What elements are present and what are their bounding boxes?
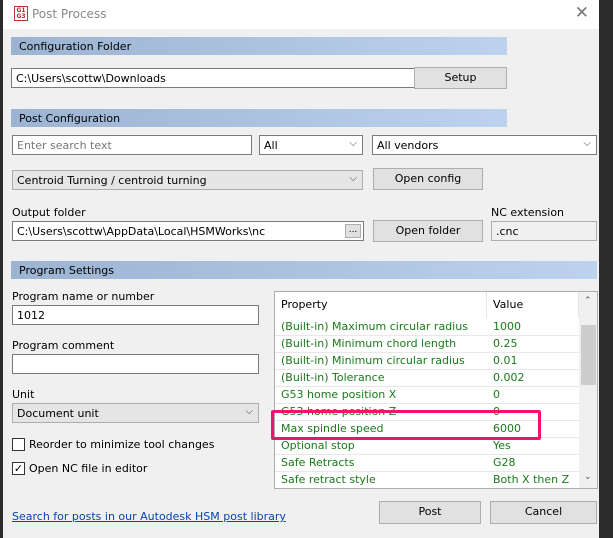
g1g3-app-icon: G1 G3 — [14, 6, 28, 21]
property-value[interactable]: 1000 — [493, 319, 521, 335]
unit-label: Unit — [12, 388, 35, 401]
checkmark-icon: ✓ — [13, 462, 24, 475]
config-folder-input[interactable]: C:\Users\scottw\Downloads... — [11, 68, 479, 88]
open-folder-button[interactable]: Open folder — [373, 220, 483, 242]
program-name-input[interactable]: 1012 — [12, 305, 259, 325]
close-icon[interactable]: ✕ — [575, 3, 589, 23]
property-name: (Built-in) Minimum chord length — [281, 337, 457, 350]
unit-value: Document unit — [17, 407, 99, 420]
property-value[interactable]: G28 — [493, 455, 516, 471]
property-name: (Built-in) Tolerance — [281, 371, 385, 384]
property-value[interactable]: 0.25 — [493, 336, 518, 352]
scroll-down-icon[interactable]: ⌄ — [584, 472, 592, 482]
chevron-down-icon: ⌵ — [349, 138, 357, 149]
highlight-box — [271, 410, 541, 440]
nc-extension-label: NC extension — [491, 206, 565, 219]
scrollbar-thumb[interactable] — [581, 325, 596, 385]
program-name-label: Program name or number — [12, 290, 155, 303]
value-column-header[interactable]: Value — [487, 292, 579, 318]
property-value[interactable]: 0 — [493, 387, 500, 403]
unit-select[interactable]: Document unit ⌵ — [12, 403, 259, 423]
title-bar: G1 G3 Post Process ✕ — [3, 0, 599, 29]
output-folder-path: C:\Users\scottw\AppData\Local\HSMWorks\n… — [17, 225, 266, 238]
table-row[interactable]: Safe retract style Both X then Z — [275, 472, 579, 488]
post-process-dialog: G1 G3 Post Process ✕ Configuration Folder… — [3, 0, 599, 538]
post-select[interactable]: Centroid Turning / centroid turning ⌵ — [12, 170, 363, 190]
program-comment-input[interactable] — [12, 354, 259, 374]
property-value[interactable]: 0.002 — [493, 370, 525, 386]
program-settings-header: Program Settings — [11, 261, 597, 279]
table-row[interactable]: Optional stop Yes — [275, 438, 579, 455]
post-config-header: Post Configuration — [11, 109, 507, 127]
open-config-button[interactable]: Open config — [373, 168, 483, 190]
setup-button[interactable]: Setup — [414, 67, 507, 89]
vendor-value: All vendors — [377, 139, 439, 152]
table-row[interactable]: (Built-in) Minimum chord length 0.25 — [275, 336, 579, 353]
table-row[interactable]: Safe Retracts G28 — [275, 455, 579, 472]
vendor-select[interactable]: All vendors ⌵ — [372, 135, 597, 155]
property-name: (Built-in) Minimum circular radius — [281, 354, 465, 367]
output-folder-label: Output folder — [12, 206, 86, 219]
property-value[interactable]: Both X then Z — [493, 472, 569, 488]
reorder-label: Reorder to minimize tool changes — [29, 438, 215, 451]
property-name: (Built-in) Maximum circular radius — [281, 320, 468, 333]
property-column-header[interactable]: Property — [275, 292, 487, 318]
table-row[interactable]: (Built-in) Maximum circular radius 1000 — [275, 319, 579, 336]
vertical-scrollbar[interactable]: ⌃ ⌄ — [579, 292, 597, 488]
property-name: G53 home position X — [281, 388, 397, 401]
open-nc-label: Open NC file in editor — [29, 462, 148, 475]
property-name: Safe retract style — [281, 473, 376, 486]
category-value: All — [264, 139, 278, 152]
output-folder-input[interactable]: C:\Users\scottw\AppData\Local\HSMWorks\n… — [12, 221, 364, 241]
category-select[interactable]: All ⌵ — [259, 135, 363, 155]
table-row[interactable]: (Built-in) Minimum circular radius 0.01 — [275, 353, 579, 370]
program-comment-label: Program comment — [12, 339, 115, 352]
reorder-checkbox[interactable] — [12, 438, 25, 451]
open-nc-checkbox[interactable]: ✓ — [12, 462, 25, 475]
table-row[interactable]: G53 home position X 0 — [275, 387, 579, 404]
search-input[interactable]: Enter search text — [12, 135, 252, 155]
table-row[interactable]: (Built-in) Tolerance 0.002 — [275, 370, 579, 387]
post-value: Centroid Turning / centroid turning — [17, 174, 207, 187]
nc-extension-input[interactable]: .cnc — [491, 221, 597, 241]
window-title: Post Process — [32, 7, 107, 21]
chevron-down-icon: ⌵ — [349, 173, 357, 184]
chevron-down-icon: ⌵ — [245, 406, 253, 417]
config-folder-path: C:\Users\scottw\Downloads — [16, 72, 166, 85]
property-name: Optional stop — [281, 439, 355, 452]
chevron-down-icon: ⌵ — [583, 138, 591, 149]
property-value[interactable]: Yes — [493, 438, 511, 454]
scroll-up-icon[interactable]: ⌃ — [584, 296, 592, 306]
cancel-button[interactable]: Cancel — [490, 501, 597, 524]
post-button[interactable]: Post — [379, 501, 481, 524]
browse-output-button[interactable]: ... — [345, 224, 361, 238]
property-table: Property Value (Built-in) Maximum circul… — [274, 291, 598, 489]
property-name: Safe Retracts — [281, 456, 355, 469]
property-value[interactable]: 0.01 — [493, 353, 518, 369]
config-folder-header: Configuration Folder — [11, 37, 507, 55]
post-library-link[interactable]: Search for posts in our Autodesk HSM pos… — [12, 510, 286, 523]
